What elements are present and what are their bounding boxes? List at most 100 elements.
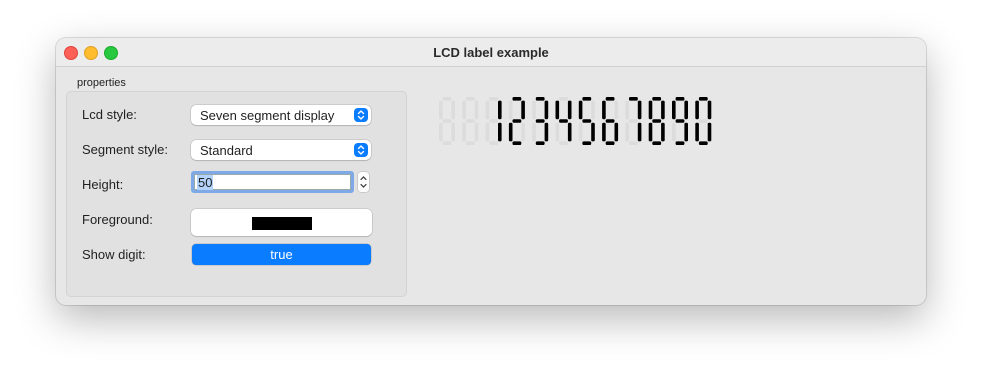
height-spinbox[interactable]: 50 xyxy=(191,171,354,193)
updown-chevron-icon xyxy=(354,143,368,157)
stepper-arrows-icon xyxy=(360,176,367,188)
lcd-segment xyxy=(675,119,685,123)
lcd-display xyxy=(439,97,712,145)
lcd-segment xyxy=(629,119,638,123)
lcd-segment xyxy=(512,141,522,145)
lcd-segment xyxy=(578,122,583,142)
lcd-segment xyxy=(521,100,525,120)
lcd-segment xyxy=(489,97,498,101)
show-digit-toggle-button[interactable]: true xyxy=(192,244,371,265)
lcd-segment xyxy=(707,100,712,120)
lcd-segment xyxy=(648,100,653,120)
lcd-segment xyxy=(652,97,662,101)
lcd-segment xyxy=(451,122,455,142)
lcd-digit xyxy=(695,97,712,145)
lcd-segment xyxy=(559,97,568,101)
lcd-segment xyxy=(508,100,513,120)
lcd-segment xyxy=(521,122,525,142)
height-value: 50 xyxy=(197,175,214,190)
lcd-segment xyxy=(439,122,443,142)
lcd-segment xyxy=(555,122,560,142)
lcd-segment xyxy=(605,119,615,123)
lcd-segment xyxy=(578,100,583,120)
lcd-segment xyxy=(591,100,595,120)
lcd-segment xyxy=(707,122,712,142)
lcd-segment xyxy=(614,122,619,142)
lcd-segment xyxy=(582,141,592,145)
show-digit-label: Show digit: xyxy=(82,247,146,262)
lcd-segment xyxy=(637,122,642,142)
lcd-segment xyxy=(489,141,498,145)
lcd-segment xyxy=(629,141,638,145)
updown-chevron-icon xyxy=(354,108,368,122)
lcd-segment xyxy=(695,122,699,142)
lcd-segment xyxy=(442,119,452,123)
lcd-digit xyxy=(625,97,642,145)
lcd-digit xyxy=(648,97,665,145)
lcd-segment xyxy=(567,122,572,142)
lcd-segment xyxy=(442,97,452,101)
lcd-style-label: Lcd style: xyxy=(82,107,137,122)
lcd-segment xyxy=(465,119,475,123)
window-title: LCD label example xyxy=(433,45,549,60)
lcd-digit xyxy=(602,97,619,145)
foreground-label: Foreground: xyxy=(82,212,153,227)
height-stepper[interactable] xyxy=(358,172,369,192)
lcd-segment xyxy=(614,100,619,120)
lcd-segment xyxy=(652,141,662,145)
lcd-digit xyxy=(578,97,595,145)
lcd-segment xyxy=(462,100,466,120)
lcd-digit xyxy=(508,97,525,145)
lcd-segment xyxy=(498,100,502,120)
height-label: Height: xyxy=(82,177,124,192)
lcd-segment xyxy=(567,100,572,120)
main-window: LCD label example properties Lcd style: … xyxy=(56,38,926,305)
lcd-segment xyxy=(629,97,638,101)
lcd-segment xyxy=(648,122,653,142)
lcd-segment xyxy=(489,119,498,123)
properties-group-label: properties xyxy=(77,77,126,89)
lcd-digit xyxy=(439,97,455,145)
lcd-segment xyxy=(625,100,629,120)
lcd-segment xyxy=(465,97,475,101)
lcd-segment xyxy=(661,122,665,142)
lcd-segment xyxy=(698,119,708,123)
lcd-segment xyxy=(695,100,699,120)
lcd-segment xyxy=(535,119,545,123)
lcd-segment xyxy=(698,97,708,101)
lcd-segment xyxy=(672,100,676,120)
lcd-segment xyxy=(684,100,688,120)
lcd-segment xyxy=(602,122,606,142)
lcd-segment xyxy=(559,141,568,145)
lcd-segment xyxy=(675,141,685,145)
lcd-style-select[interactable]: Seven segment display xyxy=(191,105,371,125)
lcd-segment xyxy=(625,122,629,142)
lcd-digit xyxy=(555,97,572,145)
lcd-segment xyxy=(485,122,490,142)
lcd-segment xyxy=(439,100,443,120)
segment-style-select[interactable]: Standard xyxy=(191,140,371,160)
lcd-segment xyxy=(672,122,676,142)
lcd-segment xyxy=(532,122,536,142)
lcd-segment xyxy=(652,119,662,123)
lcd-segment xyxy=(451,100,455,120)
lcd-segment xyxy=(559,119,568,123)
lcd-segment xyxy=(605,141,615,145)
lcd-segment xyxy=(684,122,688,142)
lcd-segment xyxy=(544,100,549,120)
foreground-color-button[interactable] xyxy=(191,209,372,236)
lcd-segment xyxy=(591,122,595,142)
lcd-segment xyxy=(698,141,708,145)
lcd-segment xyxy=(675,97,685,101)
lcd-segment xyxy=(512,97,522,101)
lcd-segment xyxy=(555,100,560,120)
segment-style-value: Standard xyxy=(200,143,253,158)
lcd-segment xyxy=(535,97,545,101)
lcd-segment xyxy=(465,141,475,145)
lcd-segment xyxy=(637,100,642,120)
lcd-segment xyxy=(544,122,549,142)
lcd-segment xyxy=(582,97,592,101)
lcd-segment xyxy=(474,100,479,120)
title-bar: LCD label example xyxy=(56,38,926,67)
lcd-segment xyxy=(602,100,606,120)
